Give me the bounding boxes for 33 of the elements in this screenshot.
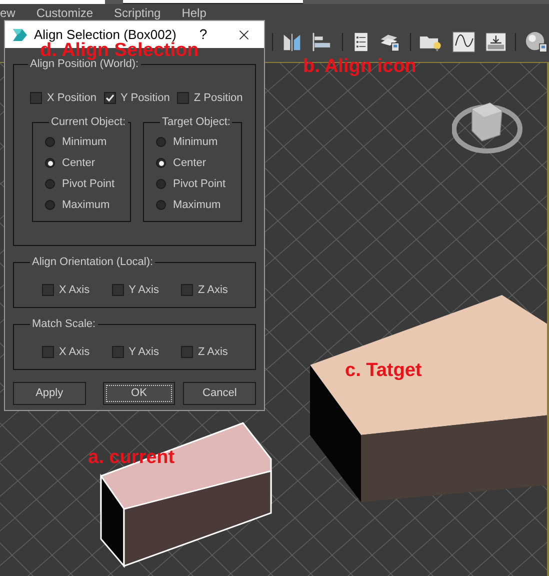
menu-item[interactable]: Scripting — [114, 7, 161, 19]
menu-item[interactable]: Help — [182, 7, 206, 19]
help-button[interactable]: ? — [199, 24, 208, 45]
group-title: Current Object: — [50, 115, 127, 130]
checkbox-label: X Axis — [59, 344, 90, 360]
group-title: Align Position (World): — [29, 58, 140, 72]
group-title: Align Orientation (Local): — [31, 255, 154, 270]
annotation-label: c. Tatget — [345, 361, 422, 380]
checkbox-label: Y Axis — [128, 344, 159, 360]
annotation-label: b. Align icon — [303, 57, 416, 76]
checkbox-label: Y Axis — [128, 282, 159, 298]
checkbox-label: Z Position — [194, 90, 243, 106]
radio-label: Center — [173, 156, 206, 171]
checkbox-label: X Axis — [59, 282, 90, 298]
group-title: Match Scale: — [31, 317, 97, 332]
checkbox-label: Z Axis — [198, 344, 228, 360]
dialog-button[interactable]: OK — [102, 382, 176, 405]
radio-label: Maximum — [173, 198, 221, 213]
dialog-button[interactable]: Apply — [13, 382, 86, 405]
checkbox-label: Y Position — [120, 90, 170, 106]
menu-item[interactable]: ew — [0, 7, 16, 19]
checkbox-label: Z Axis — [198, 282, 228, 298]
radio-label: Center — [62, 156, 96, 171]
group-title: Target Object: — [161, 115, 232, 130]
radio-label: Maximum — [62, 198, 110, 213]
checkbox-label: X Position — [47, 90, 97, 106]
menu-item[interactable]: Customize — [36, 7, 94, 19]
radio-label: Pivot Point — [62, 176, 115, 192]
dialog-button[interactable]: Cancel — [183, 382, 256, 405]
radio-label: Pivot Point — [173, 176, 226, 192]
window-title: Align Selection (Box002) — [34, 26, 176, 42]
radio-label: Minimum — [62, 134, 107, 150]
radio-label: Minimum — [173, 134, 218, 150]
